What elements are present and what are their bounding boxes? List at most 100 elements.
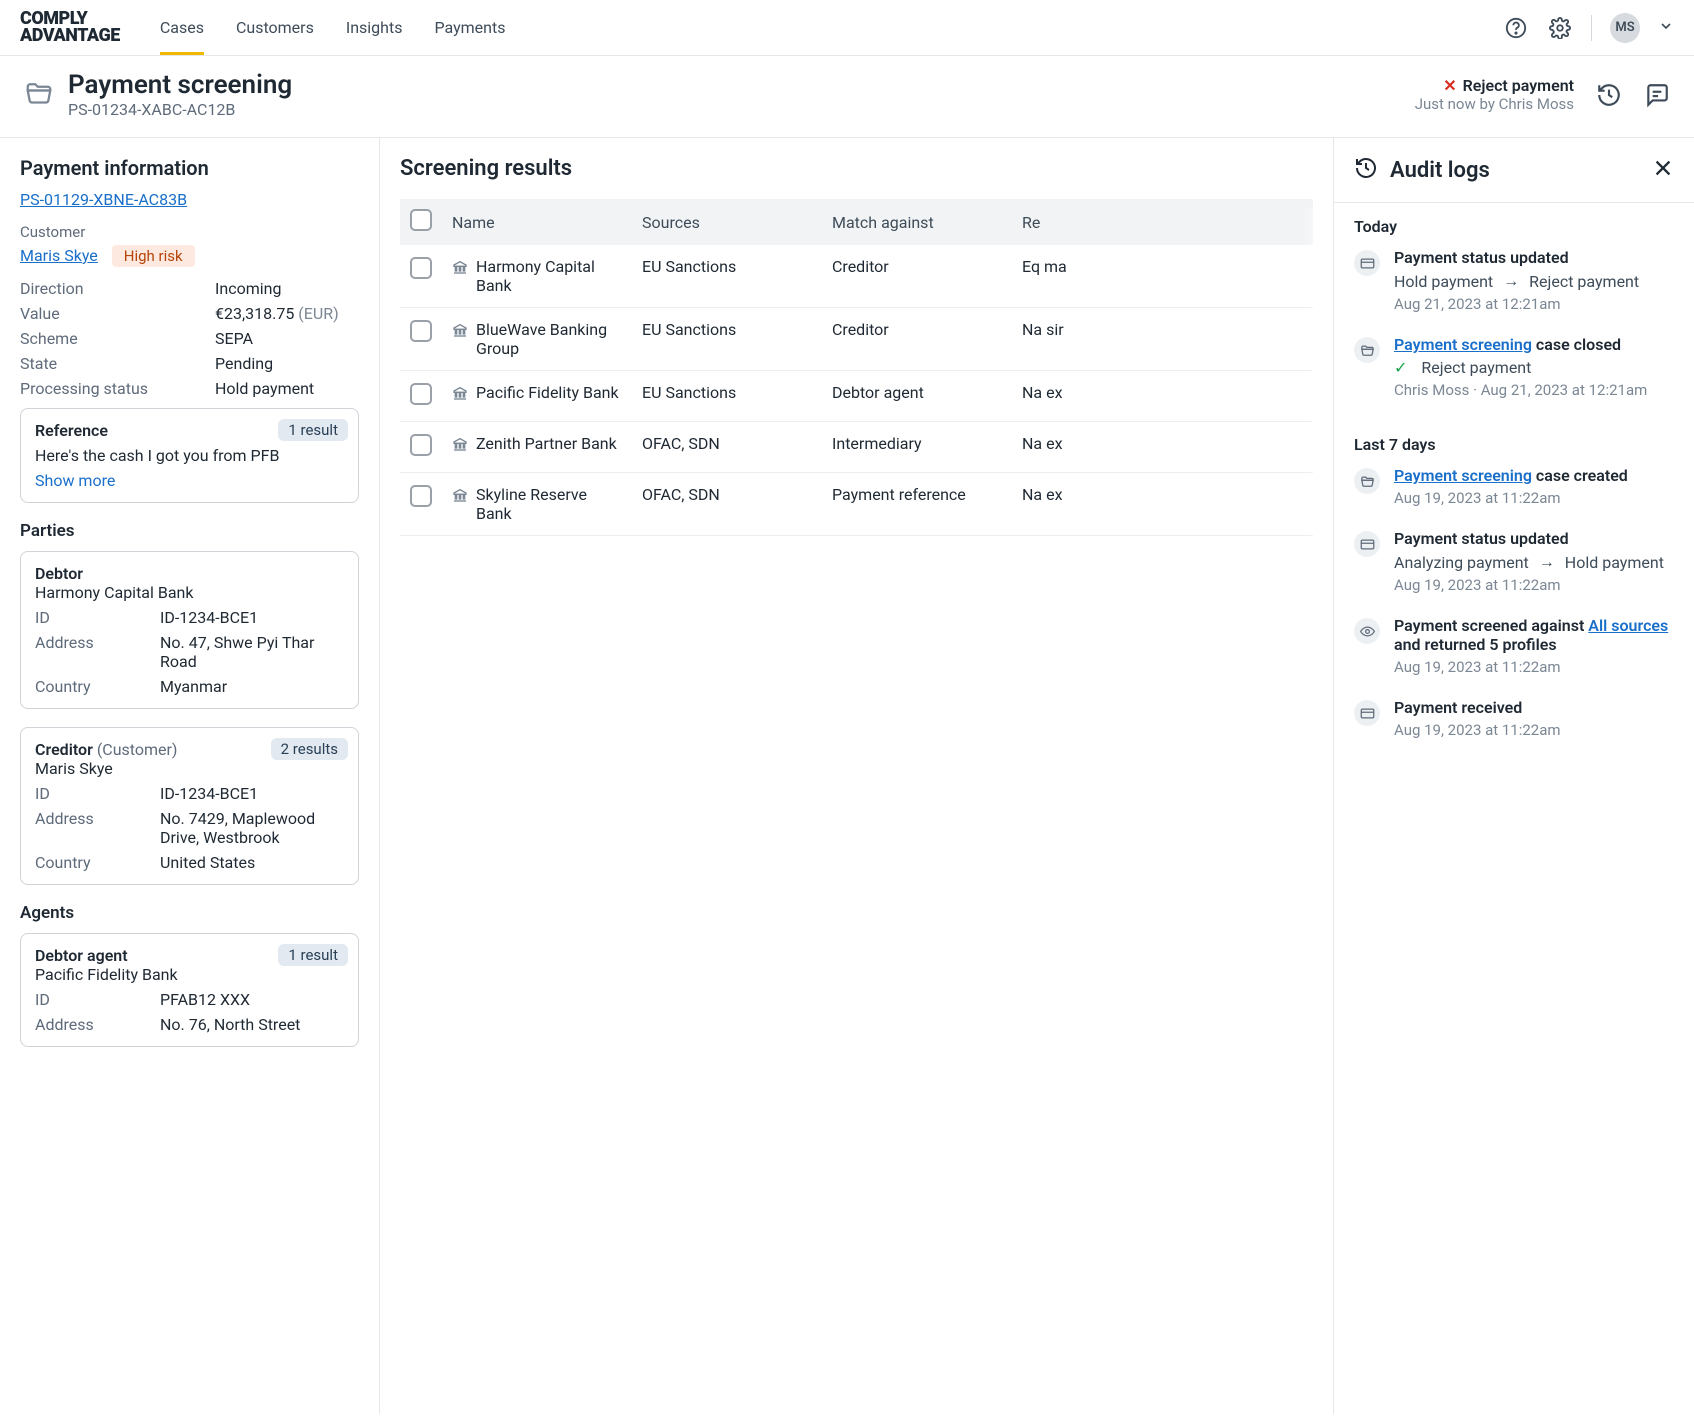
table-row[interactable]: Zenith Partner BankOFAC, SDNIntermediary… (400, 422, 1313, 473)
user-menu-chevron-icon[interactable] (1658, 18, 1674, 38)
table-row[interactable]: Skyline Reserve BankOFAC, SDNPayment ref… (400, 473, 1313, 536)
today-label: Today (1354, 217, 1674, 236)
help-icon[interactable] (1503, 15, 1529, 41)
row-checkbox[interactable] (410, 257, 432, 279)
table-row[interactable]: Harmony Capital BankEU SanctionsCreditor… (400, 245, 1313, 308)
card-icon (1354, 250, 1380, 276)
settings-icon[interactable] (1547, 15, 1573, 41)
table-row[interactable]: Pacific Fidelity BankEU SanctionsDebtor … (400, 371, 1313, 422)
select-all-checkbox[interactable] (410, 209, 432, 231)
user-avatar[interactable]: MS (1610, 13, 1640, 43)
status-to: Hold payment (1565, 553, 1664, 572)
creditor-addr-label: Address (35, 809, 160, 847)
creditor-ctry-label: Country (35, 853, 160, 872)
value-value: €23,318.75 (EUR) (215, 304, 359, 323)
logo: COMPLY ADVANTAGE (20, 11, 120, 43)
tab-cases[interactable]: Cases (160, 0, 204, 55)
creditor-card: 2 results Creditor (Customer) Maris Skye… (20, 727, 359, 885)
sources-cell: OFAC, SDN (634, 422, 824, 473)
pstatus-value: Hold payment (215, 379, 359, 398)
reference-card: 1 result Reference Here's the cash I got… (20, 408, 359, 503)
match-cell: Creditor (824, 308, 1014, 371)
reject-status: ✕Reject payment Just now by Chris Moss (1415, 76, 1574, 113)
audit-item: Payment screening case closed ✓ Reject pa… (1354, 335, 1674, 399)
match-cell: Payment reference (824, 473, 1014, 536)
dagent-id-value: PFAB12 XXX (160, 990, 344, 1009)
creditor-ctry-value: United States (160, 853, 344, 872)
status-to: Reject payment (1529, 272, 1639, 291)
folder-icon (1354, 468, 1380, 494)
close-icon[interactable] (1652, 157, 1674, 183)
reference-results-badge: 1 result (278, 419, 348, 441)
agents-heading: Agents (20, 903, 359, 923)
audit-timestamp: Aug 19, 2023 at 11:22am (1394, 658, 1674, 676)
col-re[interactable]: Re (1014, 199, 1313, 245)
payment-link[interactable]: PS-01129-XBNE-AC83B (20, 190, 187, 209)
all-sources-link[interactable]: All sources (1588, 616, 1668, 635)
payment-screening-link[interactable]: Payment screening (1394, 335, 1532, 354)
page-title: Payment screening (68, 70, 292, 100)
direction-value: Incoming (215, 279, 359, 298)
folder-icon (1354, 337, 1380, 363)
debtor-agent-card: 1 result Debtor agent Pacific Fidelity B… (20, 933, 359, 1047)
audit-logs-heading: Audit logs (1390, 158, 1490, 183)
arrow-icon: → (1539, 552, 1555, 572)
reference-text: Here's the cash I got you from PFB (35, 446, 344, 465)
audit-title: Payment screening case closed (1394, 335, 1647, 354)
show-more-link[interactable]: Show more (35, 471, 344, 490)
col-sources[interactable]: Sources (634, 199, 824, 245)
match-cell: Intermediary (824, 422, 1014, 473)
payment-info-panel: Payment information PS-01129-XBNE-AC83B … (0, 138, 380, 1414)
history-icon[interactable] (1596, 82, 1622, 108)
page-header: Payment screening PS-01234-XABC-AC12B ✕R… (0, 56, 1694, 138)
bank-icon (452, 436, 468, 456)
col-match[interactable]: Match against (824, 199, 1014, 245)
debtor-name: Harmony Capital Bank (35, 583, 344, 602)
re-cell: Na ex (1014, 473, 1313, 536)
entity-name: Skyline Reserve Bank (476, 485, 626, 523)
audit-title: Payment status updated (1394, 529, 1664, 548)
row-checkbox[interactable] (410, 320, 432, 342)
audit-timestamp: Aug 19, 2023 at 11:22am (1394, 721, 1561, 739)
tab-customers[interactable]: Customers (236, 0, 314, 55)
payment-screening-link[interactable]: Payment screening (1394, 466, 1532, 485)
re-cell: Eq ma (1014, 245, 1313, 308)
dagent-addr-value: No. 76, North Street (160, 1015, 344, 1034)
creditor-note: (Customer) (97, 740, 178, 759)
payment-info-heading: Payment information (20, 156, 359, 180)
table-row[interactable]: BlueWave Banking GroupEU SanctionsCredit… (400, 308, 1313, 371)
bank-icon (452, 259, 468, 295)
reject-x-icon: ✕ (1443, 76, 1456, 95)
sources-cell: EU Sanctions (634, 245, 824, 308)
results-table: Name Sources Match against Re Harmony Ca… (400, 199, 1313, 536)
row-checkbox[interactable] (410, 383, 432, 405)
tab-payments[interactable]: Payments (434, 0, 505, 55)
debtor-ctry-value: Myanmar (160, 677, 344, 696)
creditor-id-label: ID (35, 784, 160, 803)
row-checkbox[interactable] (410, 434, 432, 456)
tab-insights[interactable]: Insights (346, 0, 403, 55)
entity-name: BlueWave Banking Group (476, 320, 626, 358)
parties-heading: Parties (20, 521, 359, 541)
entity-name: Harmony Capital Bank (476, 257, 626, 295)
state-label: State (20, 354, 215, 373)
comments-icon[interactable] (1644, 82, 1670, 108)
customer-link[interactable]: Maris Skye (20, 246, 98, 265)
creditor-title: Creditor (35, 740, 97, 759)
col-name[interactable]: Name (444, 199, 634, 245)
risk-badge: High risk (112, 245, 195, 267)
status-from: Analyzing payment (1394, 553, 1529, 572)
check-icon: ✓ (1394, 358, 1407, 377)
audit-title: Payment received (1394, 698, 1561, 717)
re-cell: Na ex (1014, 371, 1313, 422)
audit-outcome: Reject payment (1421, 358, 1531, 377)
dagent-results-badge: 1 result (278, 944, 348, 966)
bank-icon (452, 487, 468, 523)
debtor-title: Debtor (35, 564, 344, 583)
entity-name: Pacific Fidelity Bank (476, 383, 619, 405)
match-cell: Debtor agent (824, 371, 1014, 422)
debtor-id-value: ID-1234-BCE1 (160, 608, 344, 627)
row-checkbox[interactable] (410, 485, 432, 507)
audit-log-panel: Audit logs Today Payment status updated … (1334, 138, 1694, 1414)
bank-icon (452, 385, 468, 405)
